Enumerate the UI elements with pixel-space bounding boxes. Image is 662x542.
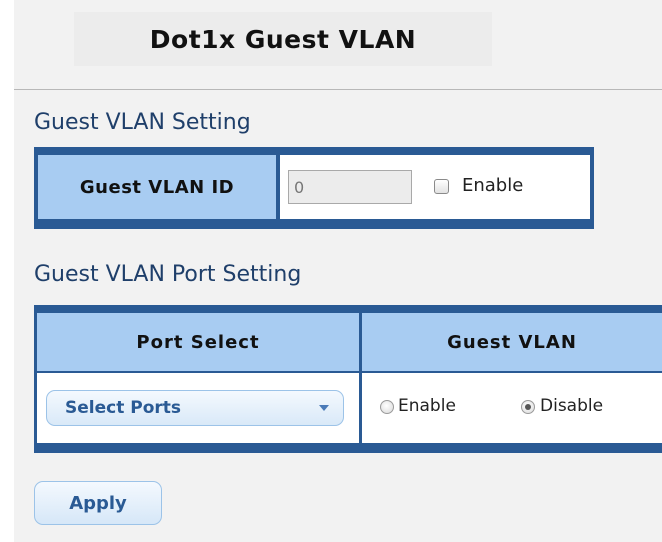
select-ports-label: Select Ports: [65, 398, 182, 418]
guest-vlan-id-label: Guest VLAN ID: [38, 155, 276, 219]
guest-vlan-setting-heading: Guest VLAN Setting: [34, 110, 251, 135]
enable-checkbox[interactable]: [434, 179, 449, 194]
column-header-port-select: Port Select: [37, 313, 359, 371]
guest-vlan-id-table: Guest VLAN ID Enable: [34, 147, 594, 229]
select-ports-dropdown[interactable]: Select Ports: [46, 390, 344, 426]
dot1x-guest-vlan-page: Dot1x Guest VLAN Guest VLAN Setting Gues…: [14, 0, 662, 542]
guest-vlan-id-cell: Enable: [280, 155, 590, 219]
guest-vlan-id-input[interactable]: [288, 170, 412, 204]
guest-vlan-disable-label: Disable: [540, 396, 604, 416]
guest-vlan-disable-radio[interactable]: [521, 400, 535, 414]
enable-checkbox-label: Enable: [462, 175, 524, 196]
guest-vlan-enable-label: Enable: [398, 396, 456, 416]
apply-button[interactable]: Apply: [34, 481, 162, 525]
port-setting-table: Port Select Guest VLAN Select Ports Enab…: [34, 305, 662, 453]
page-title: Dot1x Guest VLAN: [74, 12, 492, 66]
guest-vlan-port-setting-heading: Guest VLAN Port Setting: [34, 262, 302, 287]
title-divider: [14, 89, 662, 90]
port-select-cell: Select Ports: [37, 373, 359, 443]
guest-vlan-cell: Enable Disable: [362, 373, 662, 443]
guest-vlan-enable-radio[interactable]: [380, 400, 394, 414]
chevron-down-icon: [319, 405, 329, 411]
column-header-guest-vlan: Guest VLAN: [362, 313, 662, 371]
